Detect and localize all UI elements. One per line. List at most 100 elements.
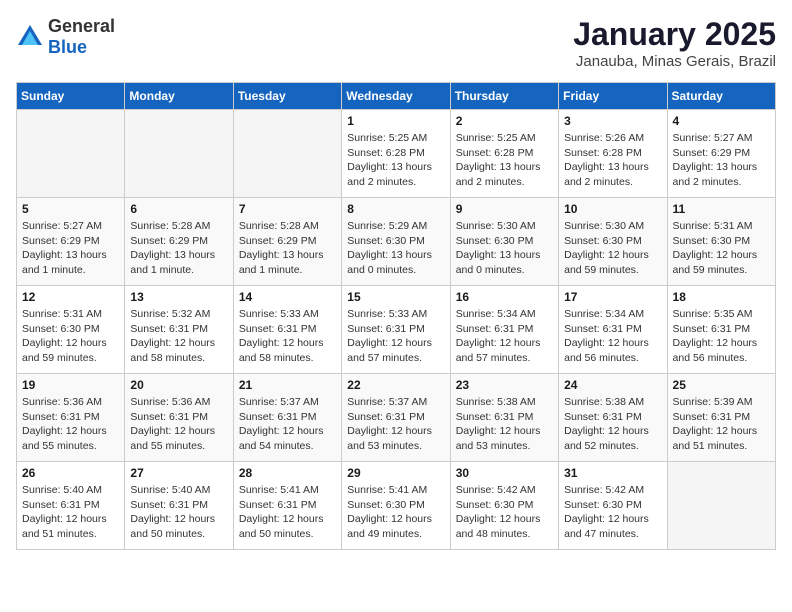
weekday-header-saturday: Saturday	[667, 83, 775, 110]
calendar-cell: 11 Sunrise: 5:31 AMSunset: 6:30 PMDayligh…	[667, 198, 775, 286]
day-number: 9	[456, 202, 553, 216]
day-number: 3	[564, 114, 661, 128]
day-number: 15	[347, 290, 444, 304]
calendar-cell: 15 Sunrise: 5:33 AMSunset: 6:31 PMDayligh…	[342, 286, 450, 374]
calendar-week-row: 5 Sunrise: 5:27 AMSunset: 6:29 PMDaylight…	[17, 198, 776, 286]
day-info: Sunrise: 5:40 AMSunset: 6:31 PMDaylight:…	[130, 483, 227, 542]
calendar-cell: 19 Sunrise: 5:36 AMSunset: 6:31 PMDayligh…	[17, 374, 125, 462]
day-number: 8	[347, 202, 444, 216]
weekday-header-tuesday: Tuesday	[233, 83, 341, 110]
calendar-cell	[667, 462, 775, 550]
calendar-cell: 29 Sunrise: 5:41 AMSunset: 6:30 PMDayligh…	[342, 462, 450, 550]
day-info: Sunrise: 5:39 AMSunset: 6:31 PMDaylight:…	[673, 395, 770, 454]
header: General Blue January 2025 Janauba, Minas…	[16, 16, 776, 70]
weekday-header-thursday: Thursday	[450, 83, 558, 110]
calendar-cell: 13 Sunrise: 5:32 AMSunset: 6:31 PMDayligh…	[125, 286, 233, 374]
day-number: 23	[456, 378, 553, 392]
day-info: Sunrise: 5:41 AMSunset: 6:31 PMDaylight:…	[239, 483, 336, 542]
day-info: Sunrise: 5:28 AMSunset: 6:29 PMDaylight:…	[130, 219, 227, 278]
day-number: 22	[347, 378, 444, 392]
calendar-cell: 5 Sunrise: 5:27 AMSunset: 6:29 PMDaylight…	[17, 198, 125, 286]
day-number: 31	[564, 466, 661, 480]
day-number: 6	[130, 202, 227, 216]
calendar-cell: 18 Sunrise: 5:35 AMSunset: 6:31 PMDayligh…	[667, 286, 775, 374]
title-area: January 2025 Janauba, Minas Gerais, Braz…	[573, 16, 776, 70]
weekday-header-sunday: Sunday	[17, 83, 125, 110]
weekday-header-monday: Monday	[125, 83, 233, 110]
day-number: 20	[130, 378, 227, 392]
day-number: 7	[239, 202, 336, 216]
day-info: Sunrise: 5:25 AMSunset: 6:28 PMDaylight:…	[456, 131, 553, 190]
day-number: 21	[239, 378, 336, 392]
calendar-cell: 7 Sunrise: 5:28 AMSunset: 6:29 PMDaylight…	[233, 198, 341, 286]
calendar-cell	[125, 110, 233, 198]
calendar-cell	[233, 110, 341, 198]
calendar-cell: 8 Sunrise: 5:29 AMSunset: 6:30 PMDaylight…	[342, 198, 450, 286]
calendar-cell: 30Sunrise: 5:42 AMSunset: 6:30 PMDayligh…	[450, 462, 558, 550]
day-number: 16	[456, 290, 553, 304]
day-info: Sunrise: 5:36 AMSunset: 6:31 PMDaylight:…	[22, 395, 119, 454]
calendar-cell: 21 Sunrise: 5:37 AMSunset: 6:31 PMDayligh…	[233, 374, 341, 462]
day-info: Sunrise: 5:36 AMSunset: 6:31 PMDaylight:…	[130, 395, 227, 454]
calendar-subtitle: Janauba, Minas Gerais, Brazil	[573, 53, 776, 70]
calendar-cell: 27Sunrise: 5:40 AMSunset: 6:31 PMDayligh…	[125, 462, 233, 550]
day-info: Sunrise: 5:34 AMSunset: 6:31 PMDaylight:…	[456, 307, 553, 366]
logo: General Blue	[16, 16, 115, 58]
day-info: Sunrise: 5:37 AMSunset: 6:31 PMDaylight:…	[239, 395, 336, 454]
day-number: 13	[130, 290, 227, 304]
day-number: 10	[564, 202, 661, 216]
day-info: Sunrise: 5:27 AMSunset: 6:29 PMDaylight:…	[673, 131, 770, 190]
calendar-cell: 28Sunrise: 5:41 AMSunset: 6:31 PMDayligh…	[233, 462, 341, 550]
calendar-cell: 24 Sunrise: 5:38 AMSunset: 6:31 PMDayligh…	[559, 374, 667, 462]
day-number: 4	[673, 114, 770, 128]
calendar-cell: 23Sunrise: 5:38 AMSunset: 6:31 PMDayligh…	[450, 374, 558, 462]
day-number: 19	[22, 378, 119, 392]
calendar-cell: 26Sunrise: 5:40 AMSunset: 6:31 PMDayligh…	[17, 462, 125, 550]
weekday-header-wednesday: Wednesday	[342, 83, 450, 110]
day-info: Sunrise: 5:28 AMSunset: 6:29 PMDaylight:…	[239, 219, 336, 278]
day-number: 24	[564, 378, 661, 392]
day-info: Sunrise: 5:33 AMSunset: 6:31 PMDaylight:…	[347, 307, 444, 366]
calendar-cell: 4 Sunrise: 5:27 AMSunset: 6:29 PMDaylight…	[667, 110, 775, 198]
calendar-cell: 9 Sunrise: 5:30 AMSunset: 6:30 PMDaylight…	[450, 198, 558, 286]
calendar-title: January 2025	[573, 16, 776, 53]
calendar-cell: 17Sunrise: 5:34 AMSunset: 6:31 PMDayligh…	[559, 286, 667, 374]
day-info: Sunrise: 5:31 AMSunset: 6:30 PMDaylight:…	[673, 219, 770, 278]
calendar-cell	[17, 110, 125, 198]
day-info: Sunrise: 5:26 AMSunset: 6:28 PMDaylight:…	[564, 131, 661, 190]
calendar-cell: 10 Sunrise: 5:30 AMSunset: 6:30 PMDayligh…	[559, 198, 667, 286]
day-info: Sunrise: 5:30 AMSunset: 6:30 PMDaylight:…	[564, 219, 661, 278]
day-number: 11	[673, 202, 770, 216]
day-number: 25	[673, 378, 770, 392]
calendar-week-row: 12Sunrise: 5:31 AMSunset: 6:30 PMDayligh…	[17, 286, 776, 374]
day-info: Sunrise: 5:32 AMSunset: 6:31 PMDaylight:…	[130, 307, 227, 366]
logo-text-general: General	[48, 16, 115, 36]
logo-text-blue: Blue	[48, 37, 87, 57]
weekday-header-friday: Friday	[559, 83, 667, 110]
day-number: 2	[456, 114, 553, 128]
calendar-cell: 2 Sunrise: 5:25 AMSunset: 6:28 PMDaylight…	[450, 110, 558, 198]
day-number: 5	[22, 202, 119, 216]
day-info: Sunrise: 5:42 AMSunset: 6:30 PMDaylight:…	[564, 483, 661, 542]
day-info: Sunrise: 5:27 AMSunset: 6:29 PMDaylight:…	[22, 219, 119, 278]
day-number: 12	[22, 290, 119, 304]
day-number: 1	[347, 114, 444, 128]
calendar-cell: 31 Sunrise: 5:42 AMSunset: 6:30 PMDayligh…	[559, 462, 667, 550]
calendar-cell: 16 Sunrise: 5:34 AMSunset: 6:31 PMDayligh…	[450, 286, 558, 374]
calendar-cell: 14Sunrise: 5:33 AMSunset: 6:31 PMDayligh…	[233, 286, 341, 374]
calendar-cell: 20 Sunrise: 5:36 AMSunset: 6:31 PMDayligh…	[125, 374, 233, 462]
day-info: Sunrise: 5:35 AMSunset: 6:31 PMDaylight:…	[673, 307, 770, 366]
day-number: 14	[239, 290, 336, 304]
day-info: Sunrise: 5:38 AMSunset: 6:31 PMDaylight:…	[564, 395, 661, 454]
day-info: Sunrise: 5:41 AMSunset: 6:30 PMDaylight:…	[347, 483, 444, 542]
calendar-cell: 3 Sunrise: 5:26 AMSunset: 6:28 PMDaylight…	[559, 110, 667, 198]
calendar-cell: 1 Sunrise: 5:25 AMSunset: 6:28 PMDaylight…	[342, 110, 450, 198]
day-number: 18	[673, 290, 770, 304]
day-number: 29	[347, 466, 444, 480]
day-info: Sunrise: 5:30 AMSunset: 6:30 PMDaylight:…	[456, 219, 553, 278]
day-info: Sunrise: 5:29 AMSunset: 6:30 PMDaylight:…	[347, 219, 444, 278]
calendar-table: SundayMondayTuesdayWednesdayThursdayFrid…	[16, 82, 776, 550]
day-info: Sunrise: 5:25 AMSunset: 6:28 PMDaylight:…	[347, 131, 444, 190]
logo-icon	[16, 23, 44, 51]
calendar-cell: 6 Sunrise: 5:28 AMSunset: 6:29 PMDaylight…	[125, 198, 233, 286]
